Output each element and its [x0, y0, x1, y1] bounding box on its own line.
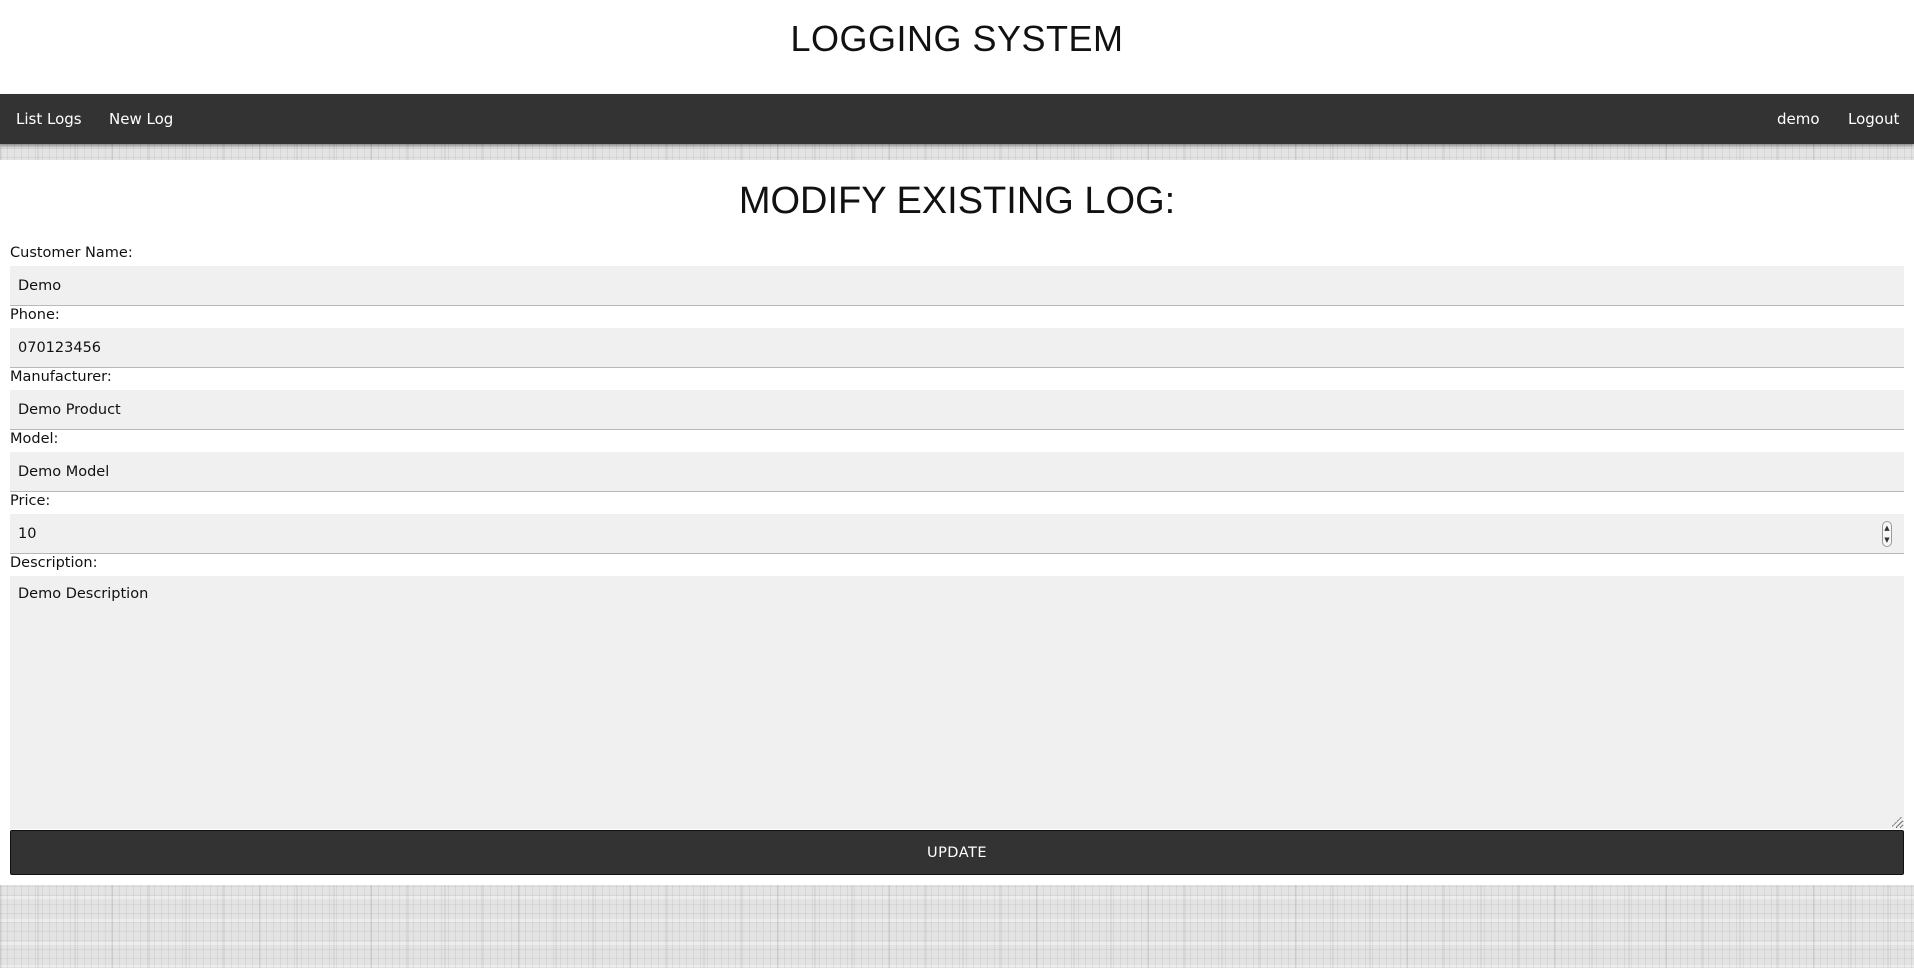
model-label: Model: [10, 431, 59, 447]
manufacturer-label: Manufacturer: [10, 369, 112, 385]
customer-name-label: Customer Name: [10, 245, 133, 261]
phone-label: Phone: [10, 307, 60, 323]
page-title: MODIFY EXISTING LOG: [738, 180, 1176, 222]
chevron-down-icon[interactable]: ▼ [1883, 534, 1891, 546]
nav-logout[interactable]: Logout [1848, 94, 1899, 144]
price-spinner[interactable]: ▲ ▼ [1882, 521, 1892, 547]
main-panel: MODIFY EXISTING LOG: Customer Name: Phon… [0, 160, 1914, 885]
chevron-up-icon[interactable]: ▲ [1883, 522, 1891, 534]
price-label: Price: [10, 493, 51, 509]
phone-input[interactable] [10, 328, 1904, 368]
nav-new-log[interactable]: New Log [109, 94, 173, 144]
update-button[interactable]: UPDATE [10, 830, 1904, 875]
site-header: LOGGING SYSTEM [0, 0, 1914, 94]
description-textarea[interactable]: Demo Description [10, 576, 1904, 829]
manufacturer-input[interactable] [10, 390, 1904, 430]
customer-name-input[interactable] [10, 266, 1904, 306]
site-title: LOGGING SYSTEM [790, 18, 1124, 59]
price-input[interactable] [10, 514, 1904, 554]
navbar: List Logs New Log demo Logout [0, 94, 1914, 144]
description-label: Description: [10, 555, 98, 571]
nav-user-link[interactable]: demo [1777, 94, 1820, 144]
nav-list-logs[interactable]: List Logs [16, 94, 82, 144]
resize-grip-icon[interactable] [1892, 817, 1902, 827]
model-input[interactable] [10, 452, 1904, 492]
